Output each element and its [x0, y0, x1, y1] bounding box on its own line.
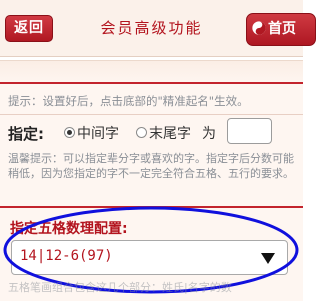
specify-label: 指定: [8, 125, 44, 143]
footer-note: 五格笔画组合包含这几个部分：姓氏|名字的数 [8, 281, 232, 294]
wuge-section-title: 指定五格数理配置: [10, 221, 128, 237]
hint-text: 提示：设置好后，点击底部的"精准起名"生效。 [8, 94, 249, 108]
yin-yang-icon [252, 21, 266, 35]
wuge-config-select[interactable]: 14|12-6(97) [11, 240, 288, 275]
home-button[interactable]: 首页 [246, 13, 316, 46]
page-title: 会员高级功能 [100, 19, 203, 37]
divider [0, 114, 303, 115]
radio-last-char-label[interactable]: 末尾字 [149, 123, 191, 143]
wuge-config-value: 14|12-6(97) [20, 248, 113, 264]
divider [0, 82, 303, 84]
top-bar: 返回 会员高级功能 首页 [0, 0, 316, 57]
specified-char-input[interactable] [227, 118, 272, 144]
warm-tip-text: 温馨提示：可以指定辈分字或喜欢的字。指定字后分数可能稍低，因为您指定的字不一定完… [8, 152, 294, 180]
back-button[interactable]: 返回 [5, 15, 53, 42]
radio-last-char[interactable] [136, 127, 147, 138]
radio-middle-char-label[interactable]: 中间字 [77, 123, 119, 143]
section-divider [0, 206, 303, 208]
dropdown-arrow-icon[interactable] [257, 247, 279, 269]
radio-middle-char[interactable] [64, 127, 75, 138]
home-label: 首页 [268, 21, 296, 37]
wei-label: 为 [202, 126, 216, 142]
specify-char-row: 指定: 中间字 末尾字 为 [8, 118, 298, 146]
